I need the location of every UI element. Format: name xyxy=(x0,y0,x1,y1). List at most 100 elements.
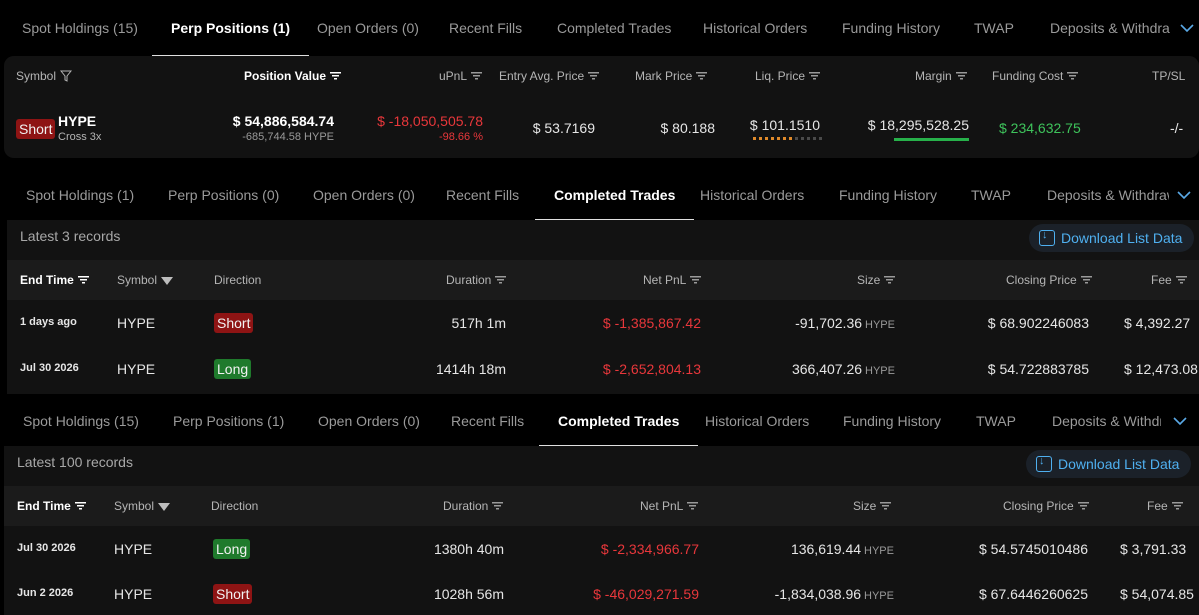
sort-icon xyxy=(588,72,600,80)
perp-positions-panel: Spot Holdings (15) Perp Positions (1) Op… xyxy=(0,0,1199,160)
records-count: Latest 100 records xyxy=(17,454,133,470)
risk-dot xyxy=(777,137,780,140)
fee: $ 12,473.08 xyxy=(1124,361,1198,377)
download-list-button[interactable]: Download List Data xyxy=(1026,450,1192,478)
col-funding-cost[interactable]: Funding Cost xyxy=(992,69,1079,83)
symbol-name[interactable]: HYPE xyxy=(114,541,152,557)
tab-completed-trades[interactable]: Completed Trades xyxy=(538,396,699,446)
table-row[interactable]: Jul 30 2026 HYPE Long 1380h 40m $ -2,334… xyxy=(4,526,1199,572)
col-margin[interactable]: Margin xyxy=(915,69,967,83)
download-icon xyxy=(1039,229,1055,246)
position-value: $ 54,886,584.74 xyxy=(232,113,334,129)
col-size[interactable]: Size xyxy=(857,273,896,287)
tab-historical-orders[interactable]: Historical Orders xyxy=(700,170,804,220)
chevron-down-icon[interactable] xyxy=(1169,170,1199,220)
symbol-name[interactable]: HYPE xyxy=(114,586,152,602)
tab-open-orders[interactable]: Open Orders (0) xyxy=(313,170,415,220)
risk-dot xyxy=(783,137,786,140)
col-mark-price[interactable]: Mark Price xyxy=(635,69,708,83)
col-direction[interactable]: Direction xyxy=(211,499,258,513)
risk-dot xyxy=(807,137,810,140)
tab-completed-trades[interactable]: Completed Trades xyxy=(534,170,695,220)
tab-open-orders[interactable]: Open Orders (0) xyxy=(318,396,420,446)
sort-icon xyxy=(687,502,699,510)
sort-icon xyxy=(690,276,702,284)
col-net-pnl[interactable]: Net PnL xyxy=(640,499,699,513)
col-fee[interactable]: Fee xyxy=(1147,499,1183,513)
filter-icon[interactable] xyxy=(161,277,174,285)
tab-deposits-withdrawals[interactable]: Deposits & Withdra xyxy=(1052,396,1172,446)
tab-completed-trades[interactable]: Completed Trades xyxy=(557,0,671,56)
completed-trades-panel-2: Spot Holdings (15) Perp Positions (1) Op… xyxy=(0,396,1199,615)
symbol-name[interactable]: HYPE xyxy=(117,315,155,331)
col-end-time[interactable]: End Time xyxy=(20,273,89,287)
trades-table: Latest 100 records Download List Data En… xyxy=(4,446,1199,615)
position-size: -685,744.58 HYPE xyxy=(242,131,334,143)
col-net-pnl[interactable]: Net PnL xyxy=(643,273,702,287)
tab-recent-fills[interactable]: Recent Fills xyxy=(449,0,522,56)
col-closing-price[interactable]: Closing Price xyxy=(1006,273,1092,287)
col-symbol[interactable]: Symbol xyxy=(117,273,174,287)
direction-badge: Short xyxy=(213,584,253,604)
col-entry-price[interactable]: Entry Avg. Price xyxy=(499,69,600,83)
tab-open-orders[interactable]: Open Orders (0) xyxy=(317,0,419,56)
risk-dot xyxy=(789,137,792,140)
tab-historical-orders[interactable]: Historical Orders xyxy=(703,0,807,56)
table-row[interactable]: Short HYPE Cross 3x $ 54,886,584.74 -685… xyxy=(4,96,1199,156)
col-symbol[interactable]: Symbol xyxy=(16,69,73,83)
tab-funding-history[interactable]: Funding History xyxy=(839,170,937,220)
download-list-button[interactable]: Download List Data xyxy=(1029,224,1195,252)
chevron-down-icon[interactable] xyxy=(1161,396,1199,446)
tab-perp-positions[interactable]: Perp Positions (0) xyxy=(168,170,279,220)
direction-badge: Short xyxy=(16,119,56,139)
col-duration[interactable]: Duration xyxy=(446,273,507,287)
tab-twap[interactable]: TWAP xyxy=(974,0,1014,56)
tab-deposits-withdrawals[interactable]: Deposits & Withdraw xyxy=(1047,170,1177,220)
table-header: Symbol Position Value uPnL Entry Avg. Pr… xyxy=(4,56,1199,96)
col-fee[interactable]: Fee xyxy=(1151,273,1187,287)
tab-deposits-withdrawals[interactable]: Deposits & Withdra xyxy=(1050,0,1170,56)
col-size[interactable]: Size xyxy=(853,499,892,513)
leverage-label: Cross 3x xyxy=(58,131,102,143)
tpsl-value[interactable]: -/- xyxy=(1170,120,1183,136)
col-symbol[interactable]: Symbol xyxy=(114,499,171,513)
tab-perp-positions[interactable]: Perp Positions (1) xyxy=(151,0,310,56)
margin-value: $ 18,295,528.25 xyxy=(867,117,969,133)
tab-spot-holdings[interactable]: Spot Holdings (15) xyxy=(23,396,139,446)
col-end-time[interactable]: End Time xyxy=(17,499,86,513)
tab-recent-fills[interactable]: Recent Fills xyxy=(451,396,524,446)
table-row[interactable]: Jun 2 2026 HYPE Short 1028h 56m $ -46,02… xyxy=(4,572,1199,615)
records-count: Latest 3 records xyxy=(20,228,121,244)
col-direction[interactable]: Direction xyxy=(214,273,261,287)
col-closing-price[interactable]: Closing Price xyxy=(1003,499,1089,513)
symbol-name[interactable]: HYPE xyxy=(58,113,96,129)
end-time: 1 days ago xyxy=(20,316,77,328)
tab-twap[interactable]: TWAP xyxy=(971,170,1011,220)
tab-perp-positions[interactable]: Perp Positions (1) xyxy=(173,396,284,446)
filter-icon[interactable] xyxy=(158,503,171,511)
table-row[interactable]: Jul 30 2026 HYPE Long 1414h 18m $ -2,652… xyxy=(7,347,1199,394)
tab-historical-orders[interactable]: Historical Orders xyxy=(705,396,809,446)
col-position-value[interactable]: Position Value xyxy=(244,69,342,83)
symbol-name[interactable]: HYPE xyxy=(117,361,155,377)
tab-twap[interactable]: TWAP xyxy=(976,396,1016,446)
tab-spot-holdings[interactable]: Spot Holdings (1) xyxy=(26,170,134,220)
table-row[interactable]: 1 days ago HYPE Short 517h 1m $ -1,385,8… xyxy=(7,300,1199,347)
tab-recent-fills[interactable]: Recent Fills xyxy=(446,170,519,220)
tab-funding-history[interactable]: Funding History xyxy=(843,396,941,446)
tab-spot-holdings[interactable]: Spot Holdings (15) xyxy=(22,0,138,56)
direction-badge: Long xyxy=(213,539,251,559)
col-liq-price[interactable]: Liq. Price xyxy=(755,69,821,83)
completed-trades-panel-1: Spot Holdings (1) Perp Positions (0) Ope… xyxy=(0,170,1199,394)
tab-funding-history[interactable]: Funding History xyxy=(842,0,940,56)
col-duration[interactable]: Duration xyxy=(443,499,504,513)
upnl-value: $ -18,050,505.78 xyxy=(377,113,483,129)
col-upnl[interactable]: uPnL xyxy=(439,69,483,83)
chevron-down-icon[interactable] xyxy=(1175,0,1199,56)
col-tpsl[interactable]: TP/SL xyxy=(1152,69,1185,83)
direction-badge: Short xyxy=(214,313,254,333)
sort-icon xyxy=(1171,502,1183,510)
trades-table: Latest 3 records Download List Data End … xyxy=(7,220,1199,394)
filter-icon[interactable] xyxy=(60,70,73,82)
tab-bar: Spot Holdings (1) Perp Positions (0) Ope… xyxy=(0,170,1199,220)
